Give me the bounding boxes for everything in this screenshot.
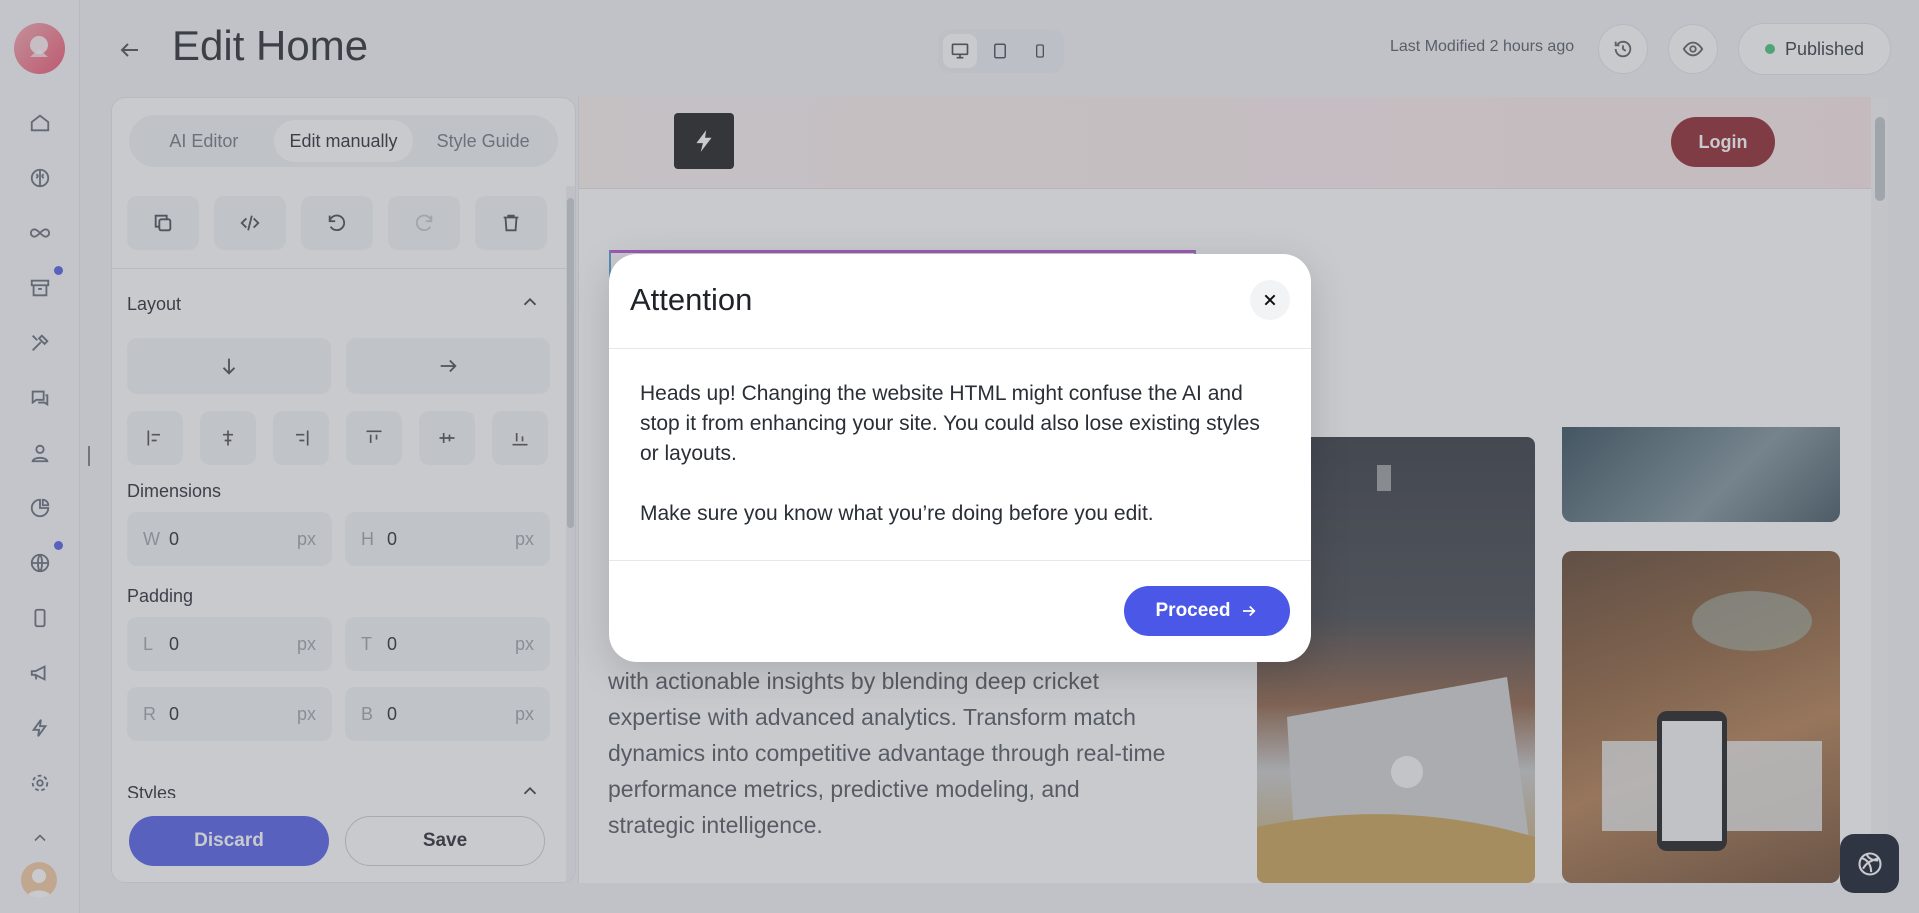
proceed-button[interactable]: Proceed (1124, 586, 1290, 636)
modal-body: Heads up! Changing the website HTML migh… (640, 379, 1280, 529)
arrow-right-icon (1243, 605, 1257, 617)
attention-modal: Attention Heads up! Changing the website… (609, 254, 1311, 662)
modal-title: Attention (630, 282, 753, 317)
proceed-label: Proceed (1155, 600, 1231, 621)
close-icon[interactable] (1250, 280, 1290, 320)
modal-paragraph: Heads up! Changing the website HTML migh… (640, 382, 1260, 465)
divider (609, 560, 1311, 561)
modal-paragraph: Make sure you know what you’re doing bef… (640, 502, 1154, 525)
divider (609, 348, 1311, 349)
